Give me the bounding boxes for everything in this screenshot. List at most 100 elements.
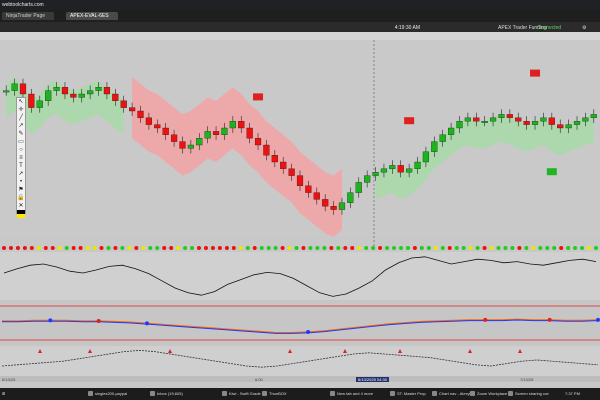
arrow-icon[interactable]: ➚: [17, 170, 25, 178]
signal-dot: [482, 246, 487, 250]
tab-0[interactable]: NinjaTrader Page: [2, 12, 54, 20]
address-bar[interactable]: webtoolcharts.com: [0, 0, 600, 10]
signal-dots-row: [2, 246, 598, 250]
time-tick: 7/13/25: [520, 377, 534, 382]
signal-dot: [357, 246, 362, 250]
signal-dot: [517, 246, 522, 250]
pen-icon[interactable]: ✎: [17, 130, 25, 138]
signal-dot: [106, 246, 111, 250]
signal-dot: [315, 246, 320, 250]
task-item[interactable]: ST: Master Prop: [390, 389, 426, 399]
candle-body: [414, 161, 421, 169]
ma-cross-dot: [48, 318, 53, 323]
tab-strip: NinjaTrader Page APEX-EVAL-6ES: [0, 10, 600, 22]
signal-dot: [287, 246, 292, 250]
task-item[interactable]: singles200-paypal: [88, 389, 127, 399]
signal-dot: [2, 246, 6, 250]
dot-icon[interactable]: •: [17, 178, 25, 186]
candle-body: [439, 134, 446, 142]
text-icon[interactable]: T: [17, 162, 25, 170]
candle-body: [548, 117, 555, 125]
candle-body: [95, 87, 102, 91]
candle-body: [515, 117, 522, 122]
signal-dot: [134, 246, 139, 250]
signal-dot: [169, 246, 174, 250]
url-text[interactable]: webtoolcharts.com: [2, 2, 44, 8]
signal-dot: [210, 246, 215, 250]
crosshair-icon[interactable]: ✛: [17, 106, 25, 114]
task-item[interactable]: Screen sharing con: [508, 389, 549, 399]
signal-dot: [308, 246, 313, 250]
signal-dot: [385, 246, 390, 250]
candle-body: [431, 141, 438, 152]
signal-dot: [252, 246, 257, 250]
taskbar-clock: 7:37 PM: [565, 391, 580, 396]
signal-dot: [329, 246, 334, 250]
candle-body: [61, 87, 69, 95]
signal-dot: [433, 246, 438, 250]
signal-dot: [371, 246, 376, 250]
settings-icon[interactable]: ⚙: [582, 24, 586, 32]
signal-dot: [559, 246, 564, 250]
candle-body: [129, 107, 136, 112]
chart-canvas[interactable]: [0, 40, 600, 376]
candle-body: [53, 87, 60, 91]
ma-cross-dot: [96, 319, 101, 323]
candle-body: [296, 175, 304, 186]
candle-body: [313, 192, 320, 200]
flag-icon[interactable]: ⚑: [17, 186, 25, 194]
buy-signal-marker: [546, 168, 557, 176]
trash-icon[interactable]: ✕: [17, 202, 25, 210]
signal-dot: [294, 246, 299, 250]
circle-icon[interactable]: ○: [17, 146, 25, 154]
candle-body: [196, 138, 203, 146]
signal-dot: [71, 246, 76, 250]
signal-dot: [280, 246, 285, 250]
task-item[interactable]: Inbox (19,605): [150, 389, 183, 399]
signal-dot: [503, 246, 508, 250]
ma-cross-dot: [306, 330, 311, 335]
line-icon[interactable]: ╱: [17, 114, 25, 122]
connection-status: Connected: [537, 25, 562, 31]
signal-dot: [545, 246, 550, 250]
signal-dot: [36, 246, 41, 250]
candle-body: [162, 127, 169, 135]
signal-dot: [301, 246, 306, 250]
candle-body: [112, 93, 119, 101]
task-item[interactable]: ThunBOX: [262, 389, 287, 399]
task-item[interactable]: New tab and 4 more: [330, 389, 373, 399]
tab-1[interactable]: APEX-EVAL-6ES: [66, 12, 118, 20]
signal-dot: [176, 246, 181, 250]
task-item[interactable]: Kiwi - Swift Grade: [222, 389, 261, 399]
candle-body: [120, 100, 127, 108]
signal-dot: [475, 246, 480, 250]
candle-body: [389, 165, 396, 169]
signal-dot: [120, 246, 125, 250]
clock: 4:19:30 AM: [394, 25, 420, 31]
lock-icon[interactable]: 🔒: [17, 194, 25, 202]
start-button[interactable]: ⊞: [2, 389, 5, 399]
candle-body: [456, 121, 463, 129]
color-icon[interactable]: [17, 210, 25, 218]
candle-body: [78, 93, 85, 98]
task-item[interactable]: Zoom Workplace: [470, 389, 507, 399]
signal-dot: [336, 246, 341, 250]
signal-dot: [580, 246, 585, 250]
signal-dot: [419, 246, 424, 250]
candle-body: [254, 138, 262, 146]
time-tick: 6/13/25: [2, 377, 16, 382]
os-taskbar: ⊞ singles200-paypal Inbox (19,605) Kiwi …: [0, 388, 600, 400]
chart-submenu: [0, 32, 600, 40]
candle-body: [506, 114, 513, 118]
candle-body: [246, 127, 253, 139]
candle-body: [565, 124, 572, 129]
cursor-icon[interactable]: ↖: [17, 98, 25, 106]
lower-indicator-panel: [0, 346, 600, 376]
ray-icon[interactable]: ↗: [17, 122, 25, 130]
fib-icon[interactable]: ≡: [17, 154, 25, 162]
drawing-toolbar: ↖ ✛ ╱ ↗ ✎ ▭ ○ ≡ T ➚ • ⚑ 🔒 ✕: [16, 97, 26, 218]
task-item[interactable]: Chart nav - Alexyl: [432, 389, 470, 399]
signal-dot: [573, 246, 578, 250]
candle-body: [406, 168, 413, 173]
rect-icon[interactable]: ▭: [17, 138, 25, 146]
